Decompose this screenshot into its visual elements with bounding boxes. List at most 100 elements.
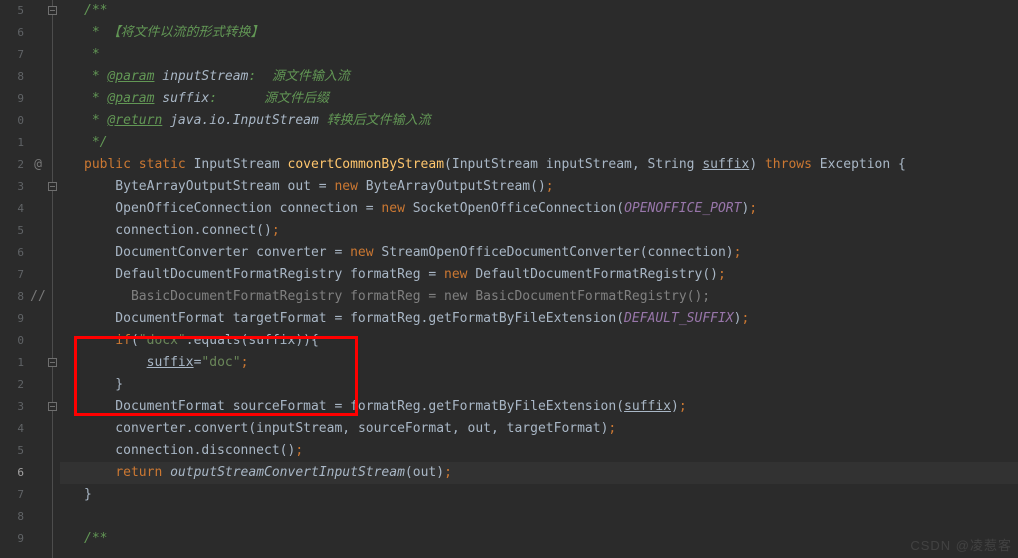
code-line[interactable]: return outputStreamConvertInputStream(ou… xyxy=(60,462,1018,484)
line-number: 1 xyxy=(0,352,24,374)
code-token: ( xyxy=(131,333,139,348)
code-token: : 源文件输入流 xyxy=(248,69,349,84)
code-area[interactable]: /** * 【将文件以流的形式转换】 * * @param inputStrea… xyxy=(60,0,1018,558)
code-token: InputStream xyxy=(194,157,288,172)
code-token: ByteArrayOutputStream() xyxy=(366,179,546,194)
code-token: if xyxy=(115,333,131,348)
gutter-annotation xyxy=(30,44,46,66)
code-line[interactable]: ByteArrayOutputStream out = new ByteArra… xyxy=(60,176,1018,198)
code-token: connection.disconnect() xyxy=(84,443,295,458)
code-token: @return xyxy=(107,113,162,128)
code-line[interactable]: } xyxy=(60,484,1018,506)
code-token: /** xyxy=(84,531,107,546)
code-line[interactable]: DocumentFormat sourceFormat = formatReg.… xyxy=(60,396,1018,418)
code-token: ; xyxy=(272,223,280,238)
code-token xyxy=(84,333,115,348)
line-number: 4 xyxy=(0,418,24,440)
fold-toggle-icon[interactable] xyxy=(48,402,57,411)
line-number: 0 xyxy=(0,330,24,352)
code-editor[interactable]: 5678901234567890123456789 @// /** * 【将文件… xyxy=(0,0,1018,558)
code-line[interactable]: * xyxy=(60,44,1018,66)
code-token: @param xyxy=(107,91,154,106)
gutter-annotation xyxy=(30,330,46,352)
line-number: 5 xyxy=(0,440,24,462)
line-number: 4 xyxy=(0,198,24,220)
code-line[interactable]: * @param suffix: 源文件后缀 xyxy=(60,88,1018,110)
code-token: : 源文件后缀 xyxy=(209,91,329,106)
line-number: 8 xyxy=(0,506,24,528)
code-token: , xyxy=(491,421,507,436)
code-token: ; xyxy=(679,399,687,414)
code-token: OPENOFFICE_PORT xyxy=(624,201,741,216)
code-line[interactable]: * 【将文件以流的形式转换】 xyxy=(60,22,1018,44)
fold-toggle-icon[interactable] xyxy=(48,358,57,367)
code-token: new xyxy=(381,201,412,216)
code-token: ; xyxy=(718,267,726,282)
code-token: ; xyxy=(734,245,742,260)
code-token: inputStream xyxy=(162,69,248,84)
code-token: .equals(suffix)){ xyxy=(186,333,319,348)
code-token: ByteArrayOutputStream out = xyxy=(84,179,334,194)
code-token: * xyxy=(84,91,107,106)
code-line[interactable]: * @return java.io.InputStream 转换后文件输入流 xyxy=(60,110,1018,132)
code-token: OpenOfficeConnection connection = xyxy=(84,201,381,216)
fold-gutter xyxy=(46,0,60,558)
code-line[interactable]: * @param inputStream: 源文件输入流 xyxy=(60,66,1018,88)
code-line[interactable]: connection.connect(); xyxy=(60,220,1018,242)
code-token: 转换后文件输入流 xyxy=(319,113,431,128)
gutter-annotation: @ xyxy=(30,154,46,176)
gutter-annotation xyxy=(30,528,46,550)
code-token: return xyxy=(115,465,170,480)
code-line[interactable]: suffix="doc"; xyxy=(60,352,1018,374)
code-token: connection.connect() xyxy=(84,223,272,238)
code-line[interactable]: */ xyxy=(60,132,1018,154)
code-token: out xyxy=(468,421,491,436)
gutter-annotation xyxy=(30,242,46,264)
code-line[interactable]: DocumentConverter converter = new Stream… xyxy=(60,242,1018,264)
gutter-annotation xyxy=(30,22,46,44)
gutter-annotation xyxy=(30,352,46,374)
code-line[interactable]: /** xyxy=(60,528,1018,550)
code-token: ; xyxy=(546,179,554,194)
code-line[interactable]: DocumentFormat targetFormat = formatReg.… xyxy=(60,308,1018,330)
code-line[interactable]: BasicDocumentFormatRegistry formatReg = … xyxy=(60,286,1018,308)
code-token: suffix xyxy=(702,157,749,172)
code-token: } xyxy=(84,377,123,392)
code-token: ) xyxy=(749,157,765,172)
fold-toggle-icon[interactable] xyxy=(48,6,57,15)
code-token: DocumentFormat sourceFormat = formatReg.… xyxy=(84,399,624,414)
code-token: ; xyxy=(444,465,452,480)
code-line[interactable]: if("docx".equals(suffix)){ xyxy=(60,330,1018,352)
gutter-annotation xyxy=(30,0,46,22)
code-token: ; xyxy=(749,201,757,216)
code-line[interactable]: connection.disconnect(); xyxy=(60,440,1018,462)
code-token: * 【将文件以流的形式转换】 xyxy=(84,25,263,40)
gutter-annotation xyxy=(30,88,46,110)
code-token: * xyxy=(84,47,100,62)
fold-toggle-icon[interactable] xyxy=(48,182,57,191)
code-token: /** xyxy=(84,3,107,18)
code-token xyxy=(162,113,170,128)
code-line[interactable]: } xyxy=(60,374,1018,396)
code-token: "doc" xyxy=(201,355,240,370)
line-number: 5 xyxy=(0,220,24,242)
code-token: StreamOpenOfficeDocumentConverter(connec… xyxy=(381,245,733,260)
line-number: 6 xyxy=(0,462,24,484)
code-line[interactable]: public static InputStream covertCommonBy… xyxy=(60,154,1018,176)
gutter-annotation xyxy=(30,418,46,440)
code-line[interactable]: converter.convert(inputStream, sourceFor… xyxy=(60,418,1018,440)
code-line[interactable] xyxy=(60,506,1018,528)
code-line[interactable]: OpenOfficeConnection connection = new So… xyxy=(60,198,1018,220)
line-number: 8 xyxy=(0,66,24,88)
code-line[interactable]: /** xyxy=(60,0,1018,22)
gutter-annotation xyxy=(30,462,46,484)
code-line[interactable]: DefaultDocumentFormatRegistry formatReg … xyxy=(60,264,1018,286)
gutter-annotation xyxy=(30,264,46,286)
code-token xyxy=(84,465,115,480)
code-token: public static xyxy=(84,157,194,172)
code-token: * xyxy=(84,69,107,84)
code-token: DocumentConverter converter = xyxy=(84,245,350,260)
code-token: DocumentFormat targetFormat = formatReg.… xyxy=(84,311,624,326)
code-token: new xyxy=(350,245,381,260)
gutter-annotation xyxy=(30,308,46,330)
